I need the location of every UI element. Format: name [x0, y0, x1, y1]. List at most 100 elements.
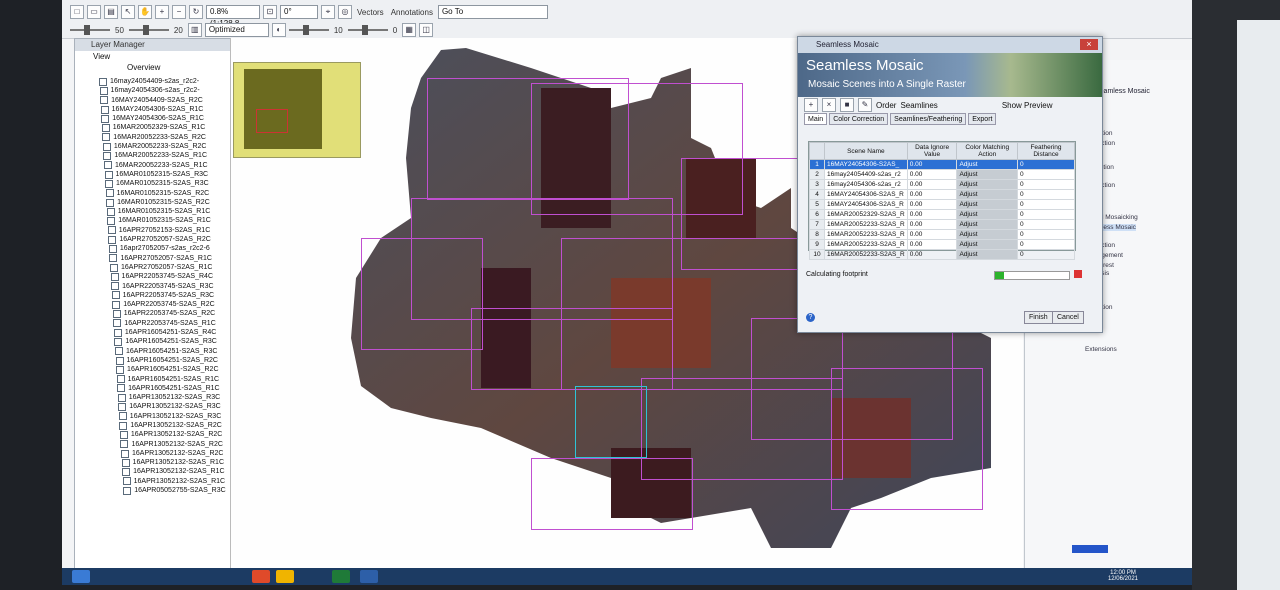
layer-item[interactable]: 16APR13052132-S2AS_R3C	[75, 402, 231, 412]
remove-scene-icon[interactable]: ×	[822, 98, 836, 112]
layer-checkbox[interactable]	[104, 170, 113, 179]
scene-row[interactable]: 3 16may24054306-s2as_r2 0.00 Adjust 0	[809, 179, 1075, 190]
layer-checkbox[interactable]	[111, 291, 120, 300]
layer-checkbox[interactable]	[110, 263, 118, 272]
layer-checkbox[interactable]	[116, 375, 125, 384]
layer-checkbox[interactable]	[105, 179, 114, 188]
scene-name-cell[interactable]: 16MAR20052233-S2AS_R	[824, 219, 908, 230]
col-feathering[interactable]: Feathering Distance	[1017, 142, 1075, 160]
color-action-cell[interactable]: Adjust	[956, 159, 1018, 170]
layer-checkbox[interactable]	[120, 440, 129, 449]
tab-export[interactable]: Export	[968, 113, 997, 125]
toolbox-item[interactable]: Extensions	[1085, 346, 1117, 353]
data-ignore-cell[interactable]: 0.00	[906, 209, 958, 220]
layer-item[interactable]: 16MAY24054409-S2AS_R2C	[75, 96, 231, 105]
new-file-icon[interactable]: □	[70, 5, 84, 19]
layer-checkbox[interactable]	[123, 486, 132, 495]
tab-color-correction[interactable]: Color Correction	[829, 113, 889, 125]
layer-item[interactable]: 16APR13052132-S2AS_R3C	[75, 412, 231, 421]
layer-item[interactable]: 16APR13052132-S2AS_R2C	[75, 440, 231, 449]
data-ignore-cell[interactable]: 0.00	[906, 179, 958, 190]
rotate-icon[interactable]: ↻	[189, 5, 203, 19]
color-action-cell[interactable]: Adjust	[956, 249, 1018, 260]
layer-checkbox[interactable]	[113, 319, 122, 328]
layer-checkbox[interactable]	[101, 114, 110, 123]
color-action-cell[interactable]: Adjust	[956, 219, 1018, 230]
layer-checkbox[interactable]	[103, 152, 112, 161]
show-preview-checkbox[interactable]: Show Preview	[1002, 101, 1053, 110]
scene-row[interactable]: 7 16MAR20052233-S2AS_R 0.00 Adjust 0	[809, 219, 1075, 230]
pointer-icon[interactable]: ↖	[121, 5, 135, 19]
layer-item[interactable]: 16APR27052153-S2AS_R1C	[75, 226, 231, 235]
stop-icon[interactable]	[1074, 270, 1082, 278]
color-action-cell[interactable]: Adjust	[956, 179, 1018, 190]
layer-checkbox[interactable]	[108, 235, 117, 244]
layer-item[interactable]: 16APR22053745-S2AS_R4C	[75, 272, 231, 281]
layer-checkbox[interactable]	[102, 142, 111, 151]
scene-name-cell[interactable]: 16MAR20052233-S2AS_R	[824, 229, 908, 240]
vectors-menu[interactable]: Vectors	[355, 8, 386, 17]
contrast-slider[interactable]	[128, 25, 169, 35]
zoom-out-icon[interactable]: −	[172, 5, 186, 19]
layer-checkbox[interactable]	[106, 198, 115, 207]
layer-item[interactable]: 16APR13052132-S2AS_R2C	[75, 449, 231, 458]
layer-item[interactable]: 16APR16054251-S2AS_R3C	[75, 347, 231, 356]
layer-checkbox[interactable]	[118, 403, 127, 412]
help-icon[interactable]: ?	[806, 313, 815, 322]
layer-item[interactable]: 16APR22053745-S2AS_R3C	[75, 282, 231, 291]
layer-checkbox[interactable]	[114, 347, 123, 356]
add-scene-icon[interactable]: +	[804, 98, 818, 112]
layer-checkbox[interactable]	[99, 77, 107, 86]
data-ignore-cell[interactable]: 0.00	[906, 189, 958, 200]
scene-row[interactable]: 8 16MAR20052233-S2AS_R 0.00 Adjust 0	[809, 229, 1075, 240]
sharpen-icon[interactable]: ◐	[271, 23, 286, 37]
cursor-value-icon[interactable]: ◎	[338, 5, 352, 19]
layer-item[interactable]: 16APR27052057-S2AS_R1C	[75, 263, 231, 272]
split-view-icon[interactable]: ◫	[419, 23, 434, 37]
layout-icon[interactable]: ▦	[402, 23, 417, 37]
cancel-button[interactable]: Cancel	[1052, 311, 1084, 324]
layer-checkbox[interactable]	[119, 430, 128, 439]
feathering-cell[interactable]: 0	[1017, 179, 1075, 190]
layer-item[interactable]: 16APR13052132-S2AS_R3C	[75, 393, 231, 402]
color-action-cell[interactable]: Adjust	[956, 229, 1018, 240]
fit-icon[interactable]: ⊡	[263, 5, 277, 19]
color-action-cell[interactable]: Adjust	[956, 189, 1018, 200]
feathering-cell[interactable]: 0	[1017, 189, 1075, 200]
feathering-cell[interactable]: 0	[1017, 239, 1075, 250]
layer-checkbox[interactable]	[112, 310, 121, 319]
data-ignore-cell[interactable]: 0.00	[906, 219, 958, 230]
scene-row[interactable]: 5 16MAY24054306-S2AS_R 0.00 Adjust 0	[809, 199, 1075, 210]
feathering-cell[interactable]: 0	[1017, 169, 1075, 180]
layer-item[interactable]: 16APR13052132-S2AS_R2C	[75, 430, 231, 439]
layer-item[interactable]: 16MAR20052233-S2AS_R1C	[75, 161, 231, 170]
data-ignore-cell[interactable]: 0.00	[906, 159, 958, 170]
layer-item[interactable]: 16APR13052132-S2AS_R1C	[75, 458, 231, 467]
layer-checkbox[interactable]	[117, 393, 126, 402]
layer-item[interactable]: 16APR16054251-S2AS_R4C	[75, 328, 231, 337]
scene-name-cell[interactable]: 16may24054306-s2as_r2	[824, 179, 908, 190]
layer-checkbox[interactable]	[110, 272, 119, 281]
feathering-cell[interactable]: 0	[1017, 159, 1075, 170]
layer-item[interactable]: 16APR22053745-S2AS_R2C	[75, 300, 231, 309]
scene-row[interactable]: 1 16MAY24054306-S2AS_ 0.00 Adjust 0	[809, 159, 1075, 170]
layer-checkbox[interactable]	[107, 217, 116, 226]
folder-icon[interactable]	[276, 570, 294, 583]
layer-item[interactable]: 16APR13052132-S2AS_R2C	[75, 421, 231, 430]
col-scene-name[interactable]: Scene Name	[824, 142, 908, 160]
scene-row[interactable]: 9 16MAR20052233-S2AS_R 0.00 Adjust 0	[809, 239, 1075, 250]
layer-item[interactable]: 16MAR01052315-S2AS_R3C	[75, 170, 231, 179]
overview-node[interactable]: Overview	[75, 62, 231, 73]
color-action-cell[interactable]: Adjust	[956, 209, 1018, 220]
color-action-cell[interactable]: Adjust	[956, 169, 1018, 180]
layer-checkbox[interactable]	[116, 365, 125, 374]
pan-icon[interactable]: ✋	[138, 5, 152, 19]
layer-item[interactable]: 16APR27052057-S2AS_R1C	[75, 254, 231, 263]
layer-item[interactable]: 16APR16054251-S2AS_R3C	[75, 337, 231, 346]
feathering-cell[interactable]: 0	[1017, 219, 1075, 230]
layer-checkbox[interactable]	[115, 356, 124, 365]
layer-checkbox[interactable]	[106, 207, 115, 216]
stretch-icon[interactable]: ▥	[187, 23, 202, 37]
word-icon[interactable]	[360, 570, 378, 583]
crosshair-icon[interactable]: ⌖	[321, 5, 335, 19]
